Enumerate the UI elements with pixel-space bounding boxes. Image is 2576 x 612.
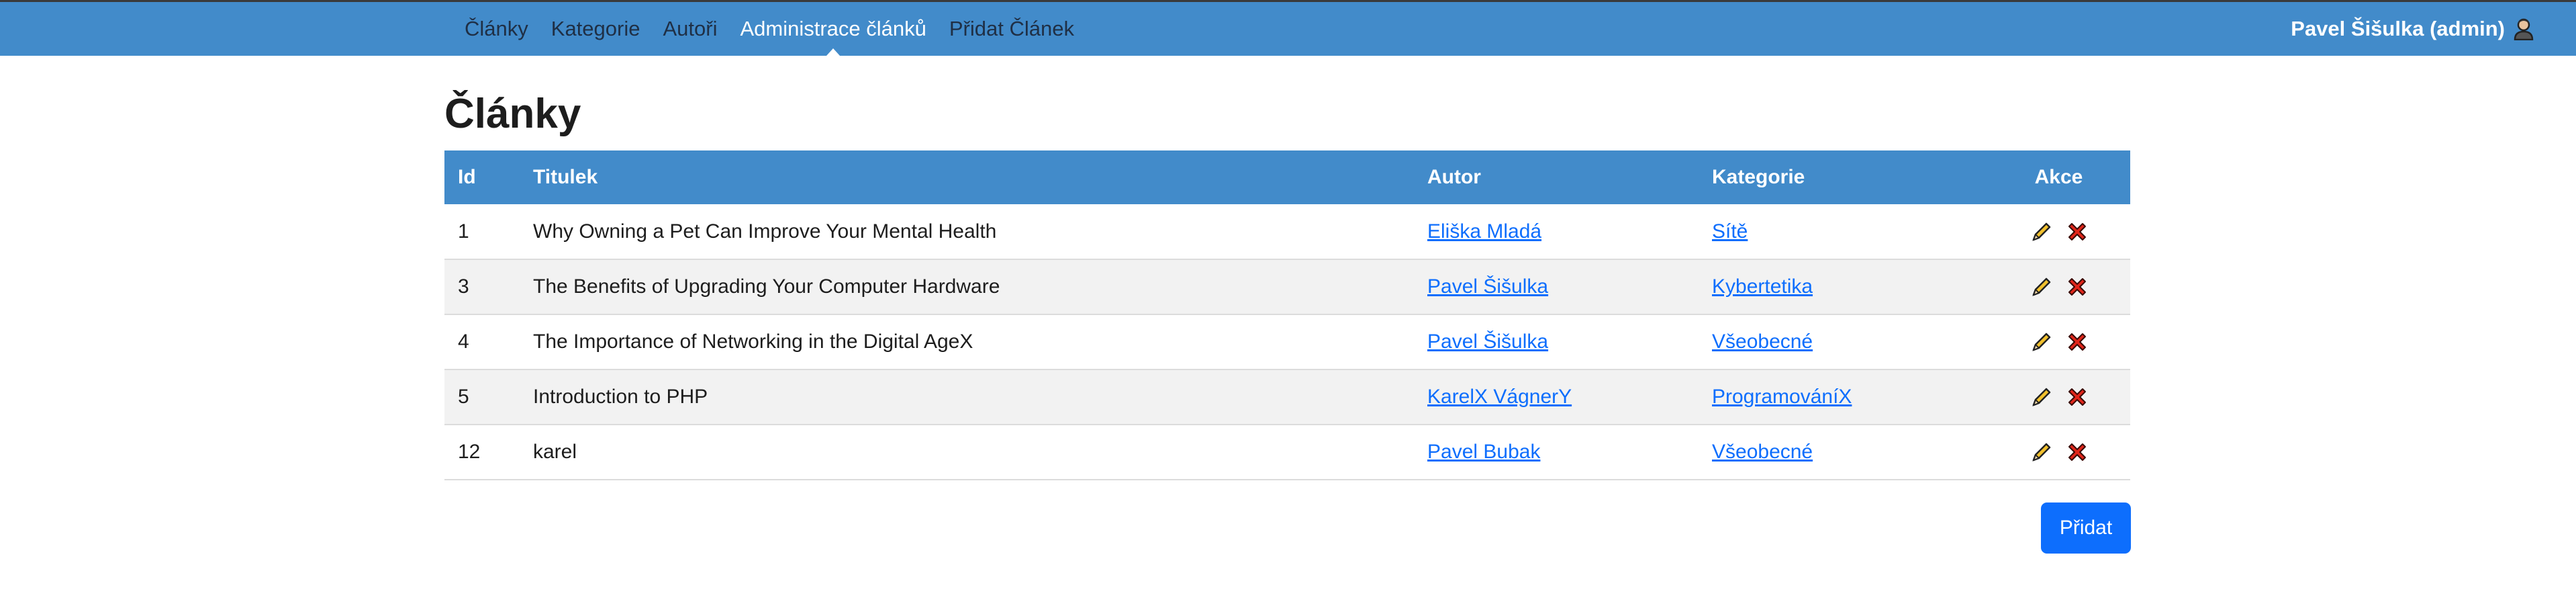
pencil-icon[interactable] — [2030, 440, 2054, 464]
header-author: Autor — [1427, 166, 1481, 188]
articles-table: Id Titulek Autor Kategorie Akce 1 Why Ow… — [444, 150, 2130, 480]
cell-author: KarelX VágnerY — [1414, 369, 1699, 425]
header-id: Id — [458, 166, 476, 188]
delete-x-icon[interactable] — [2066, 220, 2089, 243]
top-navbar: Články Kategorie Autoři Administrace člá… — [0, 0, 2576, 56]
table-header-row: Id Titulek Autor Kategorie Akce — [444, 150, 2130, 204]
pencil-icon[interactable] — [2030, 275, 2054, 299]
delete-x-icon[interactable] — [2066, 441, 2089, 464]
nav-item-kategorie[interactable]: Kategorie — [551, 2, 640, 56]
cell-title: Why Owning a Pet Can Improve Your Mental… — [533, 220, 997, 243]
page-title: Články — [444, 91, 581, 137]
cell-author: Pavel Šišulka — [1414, 259, 1699, 314]
user-menu[interactable]: Pavel Šišulka (admin) — [2291, 2, 2534, 56]
cell-actions — [1987, 204, 2130, 259]
category-link[interactable]: Všeobecné — [1712, 441, 1813, 463]
header-category: Kategorie — [1712, 166, 1805, 188]
cell-id: 12 — [458, 441, 481, 463]
cell-category: Kybertetika — [1699, 259, 1987, 314]
cell-author: Pavel Šišulka — [1414, 314, 1699, 369]
header-actions: Akce — [2034, 166, 2083, 188]
add-article-button[interactable]: Přidat — [2041, 502, 2131, 554]
nav-item-autori[interactable]: Autoři — [663, 2, 717, 56]
pencil-icon[interactable] — [2030, 330, 2054, 354]
cell-id: 5 — [458, 386, 469, 408]
cell-category: ProgramováníX — [1699, 369, 1987, 425]
cell-actions — [1987, 259, 2130, 314]
cell-actions — [1987, 425, 2130, 480]
active-caret-indicator — [826, 48, 841, 56]
author-link[interactable]: Pavel Bubak — [1427, 441, 1540, 463]
cell-title: Introduction to PHP — [533, 386, 708, 408]
cell-author: Eliška Mladá — [1414, 204, 1699, 259]
nav-item-clanky[interactable]: Články — [465, 2, 528, 56]
author-link[interactable]: Pavel Šišulka — [1427, 331, 1548, 353]
pencil-icon[interactable] — [2030, 385, 2054, 409]
header-title: Titulek — [533, 166, 598, 188]
category-link[interactable]: Všeobecné — [1712, 331, 1813, 353]
user-name: Pavel Šišulka (admin) — [2291, 17, 2505, 40]
category-link[interactable]: Sítě — [1712, 220, 1748, 243]
author-link[interactable]: Eliška Mladá — [1427, 220, 1541, 243]
cell-title: karel — [533, 441, 577, 463]
delete-x-icon[interactable] — [2066, 275, 2089, 298]
nav-item-pridat-clanek[interactable]: Přidat Článek — [949, 2, 1074, 56]
author-link[interactable]: Pavel Šišulka — [1427, 275, 1548, 298]
table-row: 5 Introduction to PHP KarelX VágnerY Pro… — [444, 369, 2130, 425]
cell-id: 3 — [458, 275, 469, 298]
category-link[interactable]: ProgramováníX — [1712, 386, 1852, 408]
pencil-icon[interactable] — [2030, 220, 2054, 244]
cell-actions — [1987, 369, 2130, 425]
table-row: 12 karel Pavel Bubak Všeobecné — [444, 425, 2130, 480]
cell-actions — [1987, 314, 2130, 369]
table-row: 1 Why Owning a Pet Can Improve Your Ment… — [444, 204, 2130, 259]
cell-title: The Benefits of Upgrading Your Computer … — [533, 275, 1000, 298]
cell-id: 1 — [458, 220, 469, 243]
nav-item-administrace-clanku[interactable]: Administrace článků — [740, 2, 926, 56]
cell-author: Pavel Bubak — [1414, 425, 1699, 480]
nav-item-label: Administrace článků — [740, 17, 926, 40]
cell-id: 4 — [458, 331, 469, 353]
cell-category: Sítě — [1699, 204, 1987, 259]
author-link[interactable]: KarelX VágnerY — [1427, 386, 1572, 408]
nav-links: Články Kategorie Autoři Administrace člá… — [465, 2, 1097, 56]
cell-category: Všeobecné — [1699, 425, 1987, 480]
category-link[interactable]: Kybertetika — [1712, 275, 1813, 298]
table-row: 4 The Importance of Networking in the Di… — [444, 314, 2130, 369]
delete-x-icon[interactable] — [2066, 386, 2089, 408]
user-icon — [2513, 17, 2534, 40]
cell-category: Všeobecné — [1699, 314, 1987, 369]
cell-title: The Importance of Networking in the Digi… — [533, 331, 973, 353]
table-row: 3 The Benefits of Upgrading Your Compute… — [444, 259, 2130, 314]
delete-x-icon[interactable] — [2066, 331, 2089, 353]
